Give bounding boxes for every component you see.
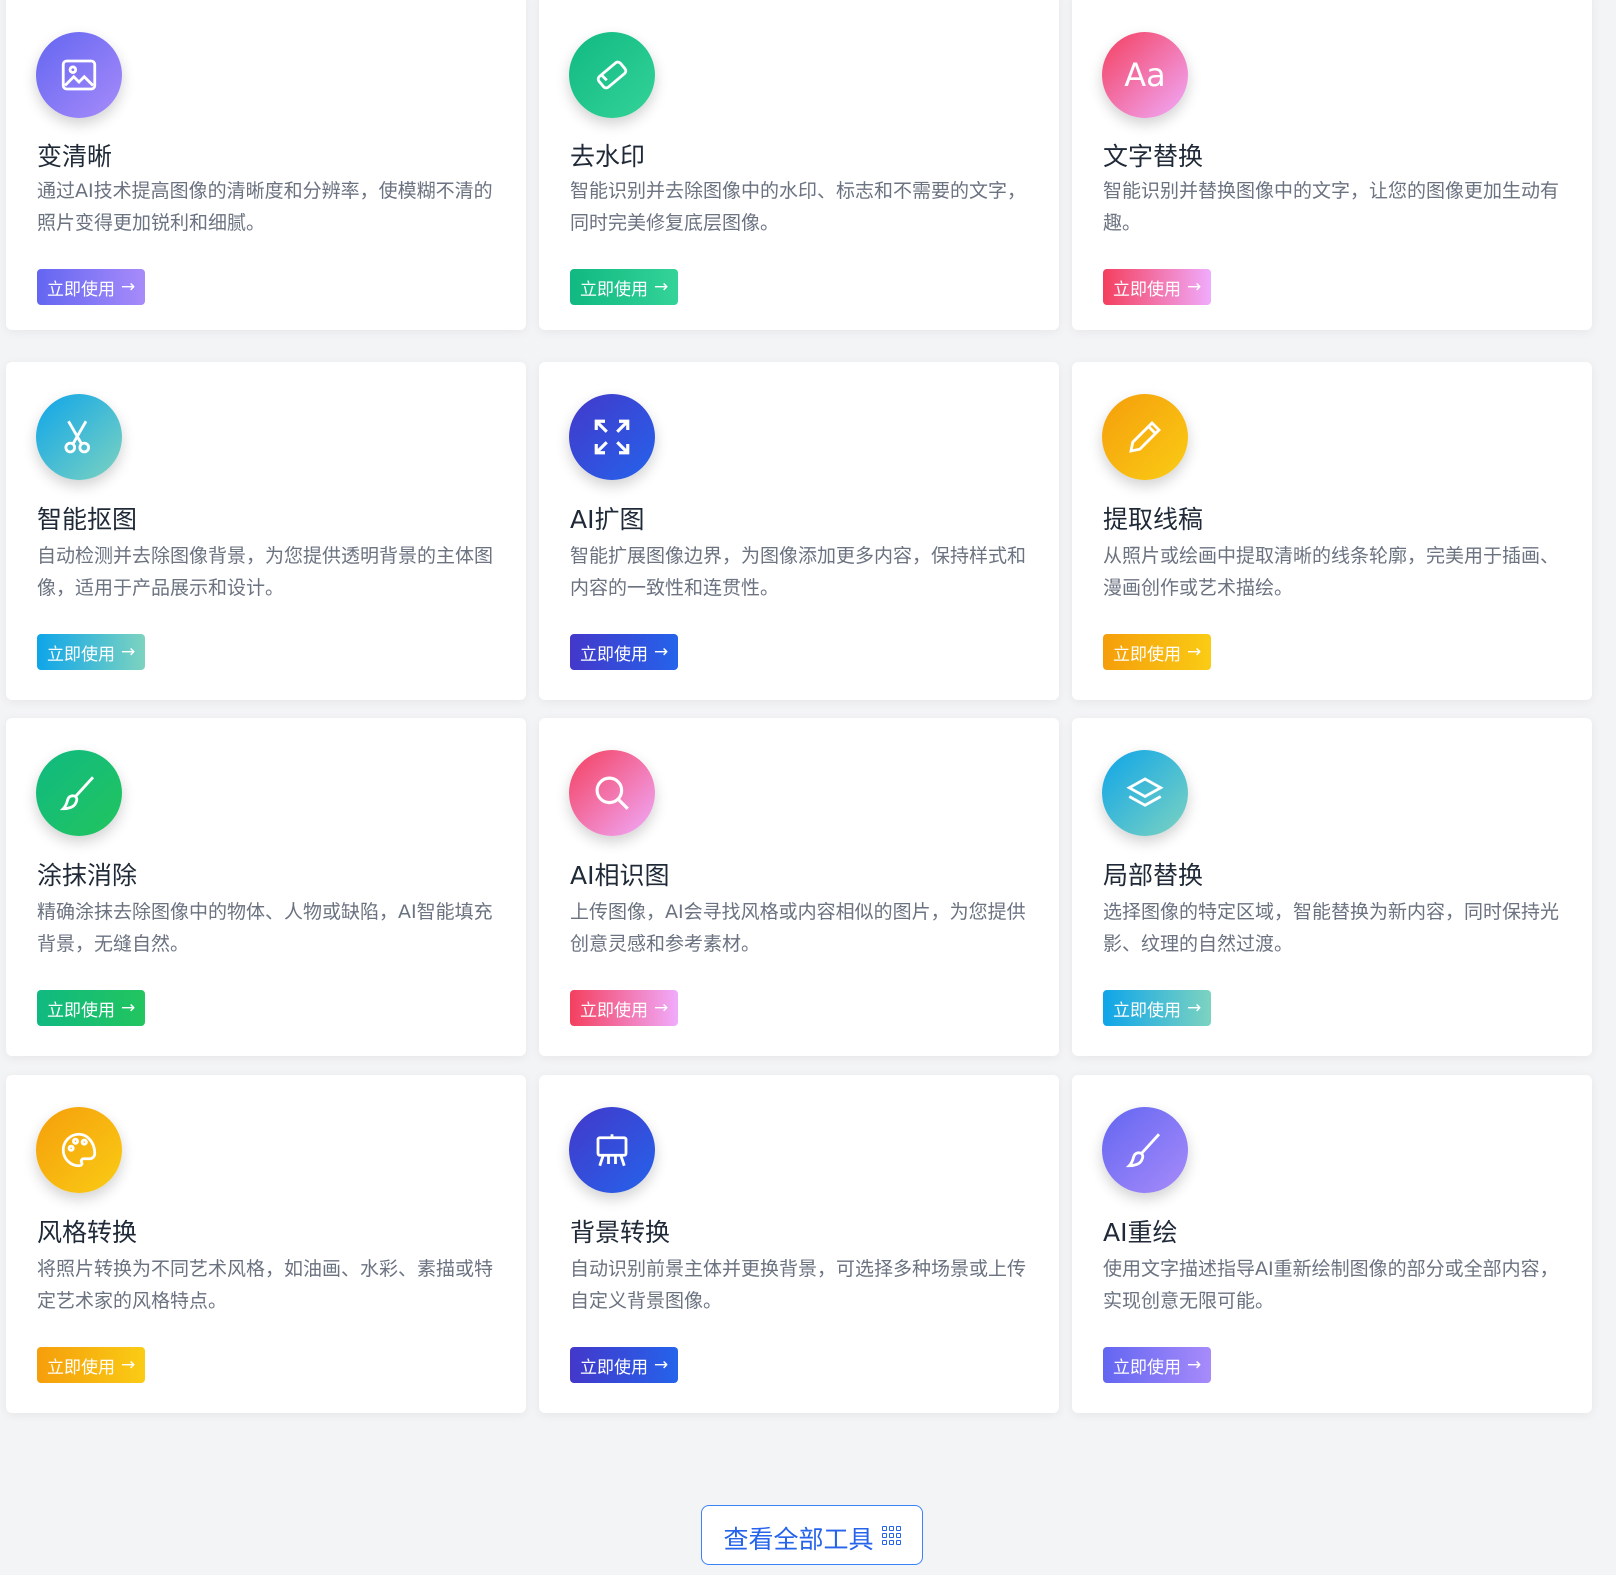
use-now-button[interactable]: 立即使用 → (1103, 269, 1212, 305)
arrow-right-icon: → (1187, 998, 1202, 1018)
tool-title: 文字替换 (1103, 142, 1204, 171)
arrow-right-icon: → (121, 1355, 136, 1375)
tool-description: 智能识别并去除图像中的水印、标志和不需要的文字，同时完美修复底层图像。 (570, 180, 1027, 234)
use-now-button[interactable]: 立即使用 → (37, 634, 146, 670)
image-icon (36, 32, 122, 118)
grid-icon (881, 1526, 901, 1545)
tool-description: 智能扩展图像边界，为图像添加更多内容，保持样式和内容的一致性和连贯性。 (570, 545, 1027, 599)
search-icon (569, 750, 655, 836)
tool-card[interactable]: 去水印智能识别并去除图像中的水印、标志和不需要的文字，同时完美修复底层图像。立即… (539, 0, 1059, 330)
tool-description: 通过AI技术提高图像的清晰度和分辨率，使模糊不清的照片变得更加锐利和细腻。 (37, 180, 493, 234)
use-now-label: 立即使用 (47, 1357, 115, 1378)
use-now-button[interactable]: 立即使用 → (37, 1347, 146, 1383)
tool-title: 局部替换 (1103, 861, 1204, 890)
tool-description: 上传图像，AI会寻找风格或内容相似的图片，为您提供创意灵感和参考素材。 (570, 901, 1026, 955)
tool-card[interactable]: AI扩图智能扩展图像边界，为图像添加更多内容，保持样式和内容的一致性和连贯性。立… (539, 362, 1059, 700)
view-all-tools-button[interactable]: 查看全部工具 (701, 1505, 923, 1565)
expand-icon (569, 394, 655, 480)
use-now-label: 立即使用 (47, 279, 115, 300)
palette-icon (36, 1107, 122, 1193)
arrow-right-icon: → (654, 998, 669, 1018)
tool-card[interactable]: 智能抠图自动检测并去除图像背景，为您提供透明背景的主体图像，适用于产品展示和设计… (6, 362, 526, 700)
arrow-right-icon: → (1187, 1355, 1202, 1375)
tool-description: 选择图像的特定区域，智能替换为新内容，同时保持光影、纹理的自然过渡。 (1103, 901, 1560, 955)
use-now-label: 立即使用 (580, 644, 648, 665)
tool-title: AI重绘 (1103, 1218, 1178, 1247)
tool-card[interactable]: 变清晰通过AI技术提高图像的清晰度和分辨率，使模糊不清的照片变得更加锐利和细腻。… (6, 0, 526, 330)
use-now-button[interactable]: 立即使用 → (37, 269, 146, 305)
use-now-button[interactable]: 立即使用 → (570, 269, 679, 305)
tool-title: 去水印 (570, 142, 646, 171)
tool-card[interactable]: AI重绘使用文字描述指导AI重新绘制图像的部分或全部内容，实现创意无限可能。立即… (1072, 1075, 1592, 1413)
tool-title: 背景转换 (570, 1218, 671, 1247)
use-now-label: 立即使用 (580, 279, 648, 300)
tool-title: 风格转换 (37, 1218, 138, 1247)
use-now-button[interactable]: 立即使用 → (570, 990, 679, 1026)
use-now-label: 立即使用 (580, 1000, 648, 1021)
tool-title: 变清晰 (37, 142, 113, 171)
easel-icon (569, 1107, 655, 1193)
pencil-icon (1102, 394, 1188, 480)
use-now-label: 立即使用 (580, 1357, 648, 1378)
use-now-button[interactable]: 立即使用 → (1103, 1347, 1212, 1383)
use-now-label: 立即使用 (1113, 279, 1181, 300)
tool-description: 精确涂抹去除图像中的物体、人物或缺陷，AI智能填充背景，无缝自然。 (37, 901, 493, 955)
brush-icon (36, 750, 122, 836)
eraser-icon (569, 32, 655, 118)
tool-description: 自动检测并去除图像背景，为您提供透明背景的主体图像，适用于产品展示和设计。 (37, 545, 494, 599)
tool-description: 使用文字描述指导AI重新绘制图像的部分或全部内容，实现创意无限可能。 (1103, 1258, 1559, 1312)
paintbrush-icon (1102, 1107, 1188, 1193)
tool-card[interactable]: 风格转换将照片转换为不同艺术风格，如油画、水彩、素描或特定艺术家的风格特点。立即… (6, 1075, 526, 1413)
tool-description: 自动识别前景主体并更换背景，可选择多种场景或上传自定义背景图像。 (570, 1258, 1027, 1312)
arrow-right-icon: → (1187, 642, 1202, 662)
text-icon: Aa (1102, 32, 1188, 118)
tool-card[interactable]: 局部替换选择图像的特定区域，智能替换为新内容，同时保持光影、纹理的自然过渡。立即… (1072, 718, 1592, 1056)
arrow-right-icon: → (121, 998, 136, 1018)
layers-icon (1102, 750, 1188, 836)
tool-card[interactable]: AI相识图上传图像，AI会寻找风格或内容相似的图片，为您提供创意灵感和参考素材。… (539, 718, 1059, 1056)
use-now-button[interactable]: 立即使用 → (1103, 990, 1212, 1026)
tool-card[interactable]: 背景转换自动识别前景主体并更换背景，可选择多种场景或上传自定义背景图像。立即使用… (539, 1075, 1059, 1413)
arrow-right-icon: → (121, 642, 136, 662)
tool-card[interactable]: 涂抹消除精确涂抹去除图像中的物体、人物或缺陷，AI智能填充背景，无缝自然。立即使… (6, 718, 526, 1056)
arrow-right-icon: → (654, 1355, 669, 1375)
arrow-right-icon: → (654, 642, 669, 662)
tool-title: AI扩图 (570, 505, 645, 534)
tool-description: 智能识别并替换图像中的文字，让您的图像更加生动有趣。 (1103, 180, 1560, 234)
use-now-label: 立即使用 (1113, 644, 1181, 665)
use-now-button[interactable]: 立即使用 → (1103, 634, 1212, 670)
tool-title: 提取线稿 (1103, 505, 1204, 534)
view-all-label: 查看全部工具 (723, 1525, 874, 1554)
use-now-label: 立即使用 (1113, 1000, 1181, 1021)
tool-card[interactable]: 提取线稿从照片或绘画中提取清晰的线条轮廓，完美用于插画、漫画创作或艺术描绘。立即… (1072, 362, 1592, 700)
arrow-right-icon: → (121, 277, 136, 297)
tool-card[interactable]: Aa 文字替换智能识别并替换图像中的文字，让您的图像更加生动有趣。立即使用 → (1072, 0, 1592, 330)
use-now-label: 立即使用 (1113, 1357, 1181, 1378)
arrow-right-icon: → (654, 277, 669, 297)
tool-title: 智能抠图 (37, 505, 138, 534)
use-now-button[interactable]: 立即使用 → (570, 1347, 679, 1383)
use-now-label: 立即使用 (47, 644, 115, 665)
tool-description: 将照片转换为不同艺术风格，如油画、水彩、素描或特定艺术家的风格特点。 (37, 1258, 494, 1312)
text-icon-label: Aa (1124, 56, 1166, 94)
tool-title: AI相识图 (570, 861, 670, 890)
arrow-right-icon: → (1187, 277, 1202, 297)
use-now-button[interactable]: 立即使用 → (570, 634, 679, 670)
tool-description: 从照片或绘画中提取清晰的线条轮廓，完美用于插画、漫画创作或艺术描绘。 (1103, 545, 1560, 599)
use-now-button[interactable]: 立即使用 → (37, 990, 146, 1026)
tool-title: 涂抹消除 (37, 861, 138, 890)
use-now-label: 立即使用 (47, 1000, 115, 1021)
scissors-icon (36, 394, 122, 480)
